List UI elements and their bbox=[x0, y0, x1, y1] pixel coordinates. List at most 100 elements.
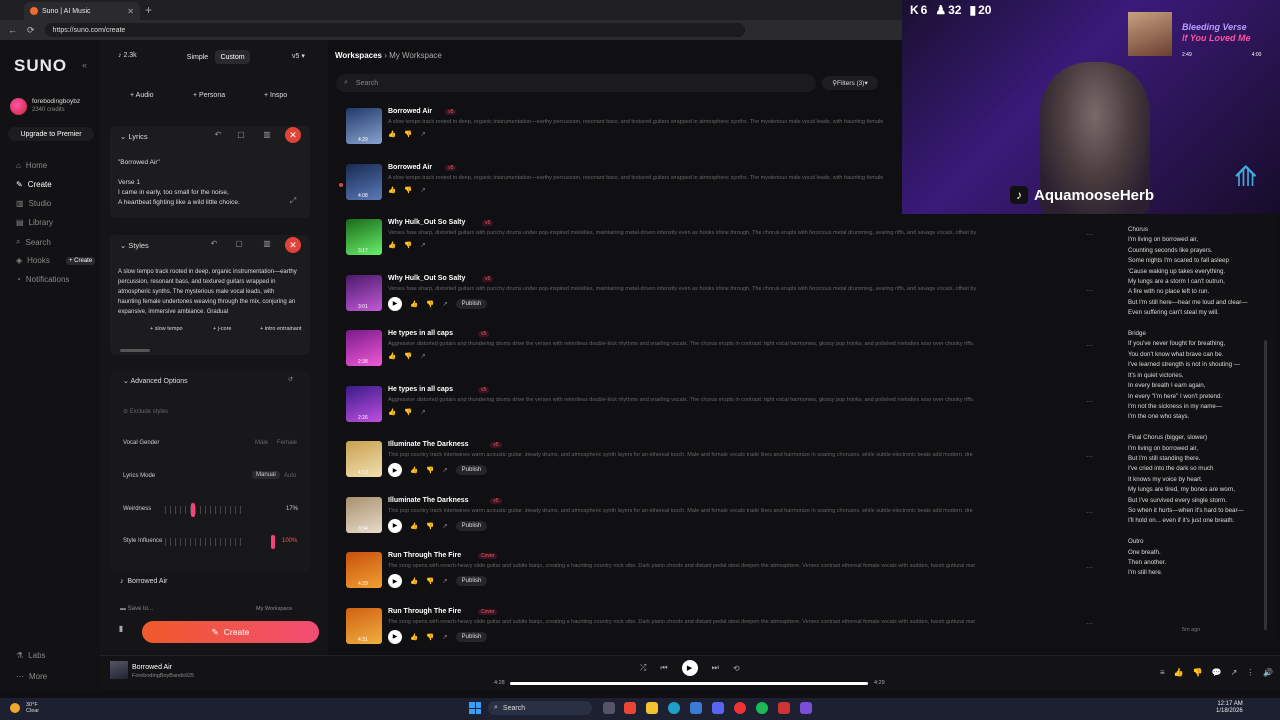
search-input[interactable]: ⌕ Search bbox=[336, 74, 816, 92]
sidebar-item-studio[interactable]: ▥ Studio bbox=[16, 199, 51, 208]
dislike-icon[interactable]: 👎 bbox=[426, 300, 434, 308]
discord-icon[interactable] bbox=[712, 702, 724, 714]
song-row[interactable]: 2:38 He types in all caps v5 Aggressive … bbox=[346, 330, 1106, 382]
suno-logo[interactable]: SUNO bbox=[14, 56, 67, 76]
collapse-sidebar-icon[interactable]: « bbox=[82, 60, 87, 70]
song-title[interactable]: Borrowed Air bbox=[388, 108, 432, 115]
progress-bar[interactable] bbox=[510, 682, 868, 685]
share-icon[interactable]: ↗ bbox=[1231, 668, 1238, 677]
song-row[interactable]: 3:34 Illuminate The Darkness v5 This pop… bbox=[346, 496, 1106, 549]
share-icon[interactable]: ↗ bbox=[442, 466, 447, 474]
sidebar-item-labs[interactable]: ⚗ Labs bbox=[16, 651, 46, 660]
song-thumbnail[interactable]: 4:31 bbox=[346, 607, 382, 644]
chrome-icon[interactable] bbox=[734, 702, 746, 714]
styles-header[interactable]: ⌄ Styles bbox=[120, 241, 149, 250]
vocal-male-option[interactable]: Male bbox=[255, 440, 268, 446]
mode-simple[interactable]: Simple bbox=[180, 50, 215, 64]
share-icon[interactable]: ↗ bbox=[420, 408, 425, 416]
task-view-icon[interactable] bbox=[603, 702, 615, 714]
like-icon[interactable]: 👍 bbox=[410, 300, 418, 308]
song-title[interactable]: Run Through The Fire bbox=[388, 608, 461, 615]
dislike-icon[interactable]: 👎 bbox=[426, 577, 434, 585]
comment-icon[interactable]: 💬 bbox=[1212, 668, 1222, 677]
vocal-female-option[interactable]: Female bbox=[277, 440, 297, 446]
sidebar-item-library[interactable]: ▤ Library bbox=[16, 218, 53, 227]
weirdness-slider[interactable] bbox=[165, 503, 275, 517]
play-button[interactable]: ▶ bbox=[681, 660, 698, 676]
advanced-header[interactable]: ⌄ Advanced Options bbox=[123, 377, 188, 385]
lyrics-mode-manual[interactable]: Manual bbox=[252, 471, 280, 479]
styles-input[interactable]: A slow tempo track rooted in deep, organ… bbox=[118, 267, 298, 317]
reload-icon[interactable]: ⟳ bbox=[27, 25, 35, 36]
song-thumbnail[interactable]: 2:26 bbox=[346, 385, 382, 422]
trash-icon[interactable]: ▥ bbox=[261, 239, 273, 251]
expand-icon[interactable]: ⤢ bbox=[287, 196, 299, 208]
like-icon[interactable]: 👍 bbox=[410, 522, 418, 530]
song-title-input[interactable]: ♪ Borrowed Air bbox=[120, 578, 167, 585]
repeat-icon[interactable]: ⟲ bbox=[733, 664, 740, 673]
version-select[interactable]: v5 ▾ bbox=[292, 52, 305, 60]
more-options-icon[interactable]: ⋯ bbox=[1086, 342, 1093, 350]
like-icon[interactable]: 👍 bbox=[410, 577, 418, 585]
queue-icon[interactable]: ≡ bbox=[1160, 668, 1165, 677]
new-tab-icon[interactable]: + bbox=[145, 3, 152, 17]
song-thumbnail[interactable]: 4:12 bbox=[346, 441, 382, 477]
publish-button[interactable]: Publish bbox=[455, 520, 488, 531]
song-row[interactable]: 4:29 Run Through The Fire Cover The song… bbox=[346, 552, 1106, 604]
hooks-create-tag[interactable]: + Create bbox=[66, 257, 96, 265]
sidebar-item-home[interactable]: ⌂ Home bbox=[16, 161, 47, 170]
more-options-icon[interactable]: ⋯ bbox=[1086, 287, 1093, 295]
close-tab-icon[interactable]: ✕ bbox=[127, 7, 134, 16]
sidebar-item-create[interactable]: ✎ Create bbox=[16, 180, 52, 189]
share-icon[interactable]: ↗ bbox=[442, 522, 447, 530]
dislike-icon[interactable]: 👎 bbox=[404, 408, 412, 416]
like-icon[interactable]: 👍 bbox=[410, 633, 418, 641]
system-clock[interactable]: 12:17 AM 1/18/2026 bbox=[1216, 701, 1243, 715]
spotify-icon[interactable] bbox=[756, 702, 768, 714]
song-row[interactable]: 4:31 Run Through The Fire Cover The song… bbox=[346, 607, 1106, 660]
create-button[interactable]: ✎ Create bbox=[142, 621, 319, 643]
browser-tab[interactable]: Suno | AI Music ✕ bbox=[24, 2, 140, 20]
add-audio-button[interactable]: + Audio bbox=[130, 86, 154, 104]
app-icon[interactable] bbox=[778, 702, 790, 714]
play-icon[interactable]: ▶ bbox=[388, 296, 402, 311]
add-inspo-button[interactable]: + Inspo bbox=[264, 86, 287, 104]
player-artist[interactable]: ForebodingBoyBands925 bbox=[132, 673, 194, 679]
more-options-icon[interactable]: ⋯ bbox=[1086, 564, 1093, 572]
song-thumbnail[interactable]: 4:08 bbox=[346, 163, 382, 200]
like-icon[interactable]: 👍 bbox=[388, 130, 396, 138]
like-icon[interactable]: 👍 bbox=[388, 186, 396, 194]
sidebar-item-more[interactable]: ⋯ More bbox=[16, 672, 47, 681]
windows-start-icon[interactable] bbox=[469, 702, 481, 714]
song-title[interactable]: Illuminate The Darkness bbox=[388, 441, 469, 448]
sidebar-item-search[interactable]: ⌕ Search bbox=[16, 237, 51, 247]
weather-widget[interactable]: 30°F Clear bbox=[26, 702, 39, 714]
dislike-icon[interactable]: 👎 bbox=[404, 130, 412, 138]
song-thumbnail[interactable]: 4:29 bbox=[346, 552, 382, 588]
play-icon[interactable]: ▶ bbox=[388, 463, 402, 477]
song-thumbnail[interactable]: 3:17 bbox=[346, 219, 382, 255]
lyrics-scrollbar[interactable] bbox=[1264, 340, 1267, 630]
clear-lyrics-button[interactable]: ✕ bbox=[285, 127, 301, 143]
undo-icon[interactable]: ↶ bbox=[208, 239, 220, 251]
avatar[interactable] bbox=[10, 98, 27, 115]
dislike-icon[interactable]: 👎 bbox=[404, 352, 412, 360]
back-icon[interactable]: ← bbox=[8, 25, 17, 35]
save-to-select[interactable]: ▬ Save to... bbox=[120, 606, 153, 612]
song-title[interactable]: Run Through The Fire bbox=[388, 552, 461, 559]
publish-button[interactable]: Publish bbox=[455, 298, 488, 309]
clear-all-icon[interactable]: ▮ bbox=[112, 624, 130, 640]
play-icon[interactable]: ▶ bbox=[388, 629, 402, 644]
song-title[interactable]: He types in all caps bbox=[388, 386, 453, 393]
dislike-icon[interactable]: 👎 bbox=[1193, 668, 1203, 677]
slider-handle[interactable] bbox=[191, 503, 196, 517]
play-icon[interactable]: ▶ bbox=[388, 574, 402, 588]
style-chip[interactable]: + intro entrainant bbox=[260, 326, 308, 332]
share-icon[interactable]: ↗ bbox=[442, 300, 447, 308]
share-icon[interactable]: ↗ bbox=[420, 352, 425, 360]
like-icon[interactable]: 👍 bbox=[388, 352, 396, 360]
breadcrumb-root[interactable]: Workspaces bbox=[335, 51, 382, 60]
song-title[interactable]: Why Hulk_Out So Salty bbox=[388, 219, 465, 226]
reset-icon[interactable]: ↺ bbox=[288, 376, 293, 383]
previous-icon[interactable]: ⏮ bbox=[660, 663, 667, 673]
